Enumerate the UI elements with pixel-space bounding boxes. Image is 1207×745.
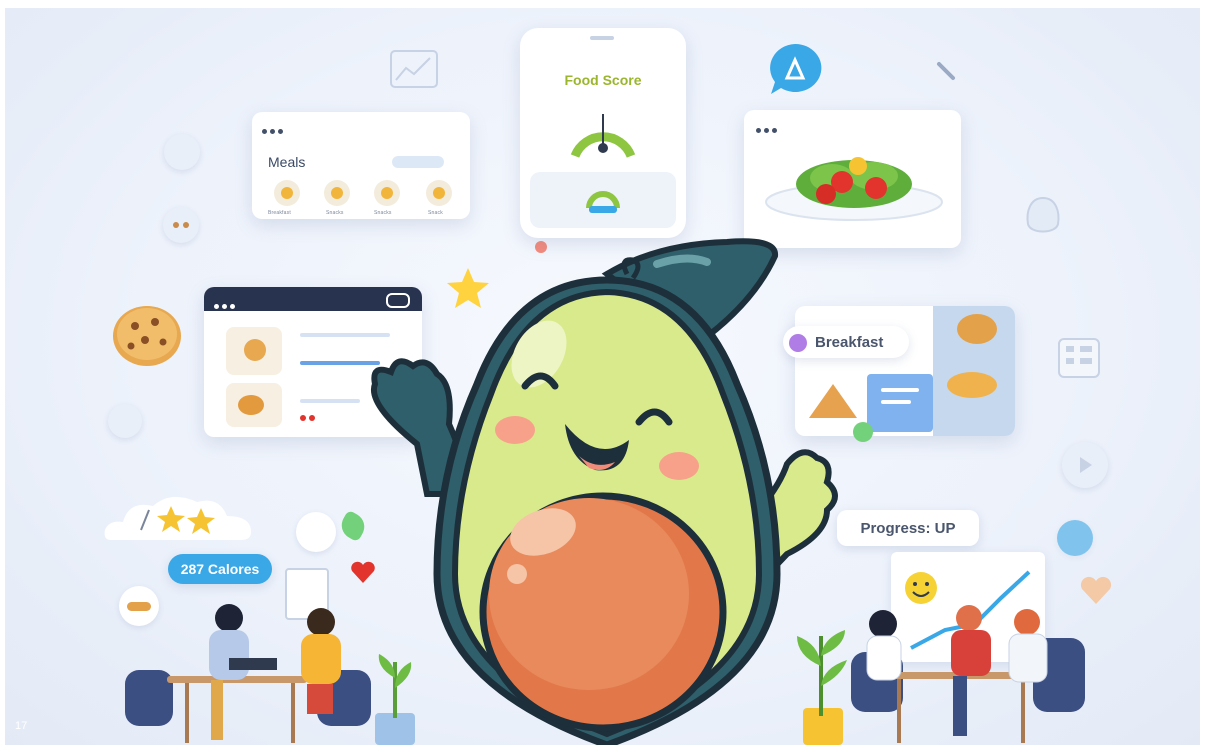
status-dot (309, 415, 315, 421)
chart-icon (390, 50, 438, 88)
food-thumbnail (226, 327, 282, 375)
meals-title: Meals (268, 154, 306, 170)
meal-food-icon (374, 180, 400, 206)
breakfast-image-panel (933, 306, 1015, 436)
chat-bubble-icon (770, 43, 822, 94)
office-chair (125, 670, 173, 726)
meals-card[interactable]: Meals Breakfast Snacks Snacks Snack (252, 112, 470, 219)
meal-label: Breakfast (268, 210, 291, 216)
ice-cream-icon (296, 512, 336, 552)
status-dot (300, 415, 306, 421)
food-score-title: Food Score (564, 72, 642, 88)
calories-bubble: 287 Calores (168, 554, 272, 584)
progress-bubble: Progress: UP (837, 510, 979, 546)
meal-label: Snacks (326, 210, 344, 216)
meal-food-icon (426, 180, 452, 206)
salad-bowl-image (765, 157, 943, 221)
window-dots (262, 121, 286, 139)
mouse-icon (1026, 196, 1060, 233)
avocado-mascot (370, 238, 838, 745)
food-thumbnail (226, 383, 282, 427)
play-icon (1062, 442, 1108, 488)
chat-icon (1057, 520, 1093, 556)
meal-label: Snacks (374, 210, 392, 216)
meal-food-icon (324, 180, 350, 206)
score-gauge (570, 114, 636, 158)
bulb-icon (164, 134, 200, 170)
heart-icon (1080, 576, 1112, 604)
meal-food-icon (274, 180, 300, 206)
molecule-icon (108, 404, 142, 438)
face-icon (163, 207, 199, 243)
text-line (300, 399, 360, 403)
calories-text: 287 Calores (180, 561, 260, 577)
score-panel (530, 172, 676, 228)
food-score-card[interactable]: Food Score (520, 28, 686, 238)
rating-cloud (104, 496, 251, 540)
window-dots (214, 296, 238, 314)
corner-label: 17 (15, 720, 28, 732)
gauge-mini-icon (586, 191, 620, 213)
team-people (866, 605, 1048, 736)
cookie-icon (113, 306, 181, 366)
salad-card (744, 110, 961, 248)
phone-notch (590, 36, 614, 40)
illustration-scene: Meals Breakfast Snacks Snacks Snack Food… (5, 8, 1200, 745)
bread-icon (119, 586, 159, 626)
spoon-icon (937, 62, 955, 80)
meal-label: Snack (428, 210, 443, 216)
blue-panel (867, 374, 933, 432)
progress-text: Progress: UP (860, 520, 956, 537)
calculator-icon (1058, 338, 1100, 378)
meals-pill-button[interactable] (392, 156, 444, 168)
office-people (209, 604, 341, 740)
